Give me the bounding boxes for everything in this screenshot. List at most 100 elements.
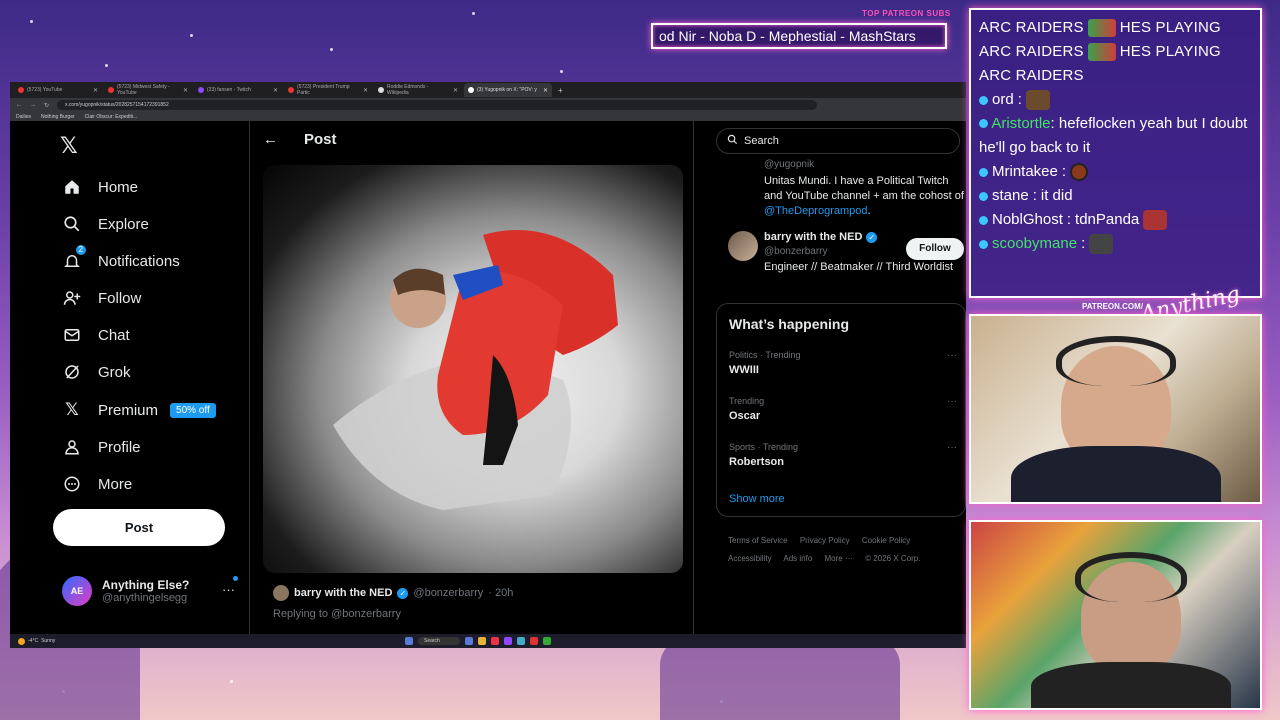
app-icon[interactable] — [516, 637, 525, 645]
avatar — [728, 231, 758, 261]
nav-home[interactable]: Home — [62, 176, 138, 198]
footer-link[interactable]: Accessibility — [728, 554, 772, 563]
nav-grok[interactable]: Grok — [62, 361, 131, 383]
hoodie-shape — [1031, 662, 1231, 708]
close-icon[interactable]: ✕ — [183, 87, 188, 94]
top-patreon-subs-title: TOP PATREON SUBS — [862, 9, 951, 18]
grok-icon — [62, 362, 82, 382]
badge-icon — [979, 167, 988, 177]
right-sidebar: Search @yugopnik Unitas Mundi. I have a … — [716, 121, 966, 636]
nav-explore[interactable]: Explore — [62, 213, 149, 235]
profile-bio: Unitas Mundi. I have a Political Twitch … — [764, 175, 964, 217]
app-icon[interactable] — [503, 637, 512, 645]
patreon-url-tag: PATREON.COM/ — [1082, 302, 1144, 311]
avatar[interactable] — [273, 585, 289, 601]
browser-window: (5723) YouTube ✕ (5723) Midwest Safety - … — [10, 82, 966, 648]
new-tab-icon[interactable]: + — [558, 86, 563, 95]
bookmark-item[interactable]: Nothing Burger — [41, 114, 75, 120]
weather-widget[interactable]: -4°C Sunny — [18, 637, 55, 645]
reload-icon[interactable]: ↻ — [44, 102, 49, 109]
url-bar[interactable]: x.com/yugopnik/status/202825715417239185… — [57, 100, 818, 110]
bio-handle: @yugopnik — [764, 159, 815, 170]
chat-line: ARC RAIDERS — [979, 67, 1084, 84]
avatar: AE — [62, 576, 92, 606]
search-input[interactable]: Search — [716, 128, 960, 154]
person-icon — [62, 437, 82, 457]
replying-to-line: Replying to @bonzerbarry — [273, 608, 401, 620]
nav-more[interactable]: More — [62, 473, 132, 495]
app-icon[interactable] — [464, 637, 473, 645]
account-switcher[interactable]: AE Anything Else? @anythingelsegg ··· — [62, 576, 238, 606]
tweet-author-handle[interactable]: @bonzerbarry — [413, 587, 483, 599]
bookmark-item[interactable]: Clair Obscur: Expediti... — [85, 114, 138, 120]
close-icon[interactable]: ✕ — [543, 87, 548, 94]
more-dots-icon[interactable]: ··· — [947, 442, 957, 453]
verified-badge-icon: ✓ — [397, 587, 409, 599]
wikipedia-icon — [378, 87, 384, 93]
more-dots-icon[interactable]: ··· — [947, 396, 957, 407]
nav-profile[interactable]: Profile — [62, 436, 141, 458]
browser-tab-active[interactable]: (3) Yugopnik on X: "POV: y ✕ — [464, 83, 552, 97]
search-icon — [62, 214, 82, 234]
close-icon[interactable]: ✕ — [453, 87, 458, 94]
back-arrow-icon[interactable]: ← — [16, 102, 22, 108]
browser-tab[interactable]: (5723) YouTube ✕ — [14, 83, 102, 97]
account-handle: @anythingelsegg — [102, 592, 188, 604]
back-arrow-icon[interactable]: ← — [263, 131, 278, 148]
more-dots-icon[interactable]: ··· — [222, 582, 235, 597]
show-more-link[interactable]: Show more — [729, 493, 785, 505]
youtube-icon — [18, 87, 24, 93]
chat-line: ARC RAIDERS HES PLAYING — [979, 19, 1221, 37]
close-icon[interactable]: ✕ — [363, 87, 368, 94]
page-title: Post — [304, 131, 337, 148]
footer-link[interactable]: More ··· — [825, 554, 853, 563]
chat-message: stane: it did — [979, 184, 1252, 208]
footer-link[interactable]: Cookie Policy — [862, 536, 910, 545]
tweet-author-name[interactable]: barry with the NED — [294, 587, 392, 599]
trend-item[interactable]: Sports · Trending Robertson ··· — [729, 442, 957, 468]
nav-premium[interactable]: 𝕏 Premium 50% off — [62, 399, 216, 421]
sun-icon — [18, 637, 25, 645]
app-icon[interactable] — [490, 637, 499, 645]
close-icon[interactable]: ✕ — [273, 87, 278, 94]
app-icon[interactable] — [477, 637, 486, 645]
add-person-icon — [62, 288, 82, 308]
footer-link[interactable]: Privacy Policy — [800, 536, 850, 545]
bio-link[interactable]: @TheDeprogrampod — [764, 205, 868, 217]
x-logo-icon[interactable]: 𝕏 — [60, 133, 78, 159]
browser-tab[interactable]: (5723) President Trump Partic ✕ — [284, 83, 372, 97]
tweet-timestamp: · 20h — [488, 587, 514, 599]
close-icon[interactable]: ✕ — [93, 87, 98, 94]
app-icon[interactable] — [529, 637, 538, 645]
footer-links: Terms of Service Privacy Policy Cookie P… — [728, 532, 966, 568]
post-button[interactable]: Post — [53, 509, 225, 546]
address-row: ← → ↻ x.com/yugopnik/status/202825715417… — [10, 98, 966, 112]
app-icon[interactable] — [542, 637, 551, 645]
bookmark-item[interactable]: Dailies — [16, 114, 31, 120]
badge-icon — [979, 215, 988, 225]
browser-tab[interactable]: (33) fansen - Twitch ✕ — [194, 83, 282, 97]
start-icon[interactable] — [405, 637, 413, 645]
forward-arrow-icon[interactable]: → — [30, 102, 36, 108]
nav-follow[interactable]: Follow — [62, 287, 141, 309]
browser-tab[interactable]: (5723) Midwest Safety - YouTube ✕ — [104, 83, 192, 97]
os-taskbar: -4°C Sunny Search — [10, 634, 966, 648]
webcam-feed-2 — [969, 520, 1262, 710]
trend-item[interactable]: Politics · Trending WWIII ··· — [729, 350, 957, 376]
headphones-shape — [1075, 552, 1187, 602]
post-header: ← Post — [263, 131, 337, 148]
more-dots-icon[interactable]: ··· — [947, 350, 957, 361]
patreon-subs-ticker: od Nir - Noba D - Mephestial - MashStars — [651, 23, 947, 49]
footer-link[interactable]: Ads info — [783, 554, 812, 563]
stream-chat: ARC RAIDERS HES PLAYING ARC RAIDERS HES PL… — [969, 8, 1262, 298]
more-circle-icon — [62, 474, 82, 494]
nav-notifications[interactable]: 2 Notifications — [62, 245, 180, 272]
trend-item[interactable]: Trending Oscar ··· — [729, 396, 957, 422]
taskbar-search[interactable]: Search — [418, 637, 460, 645]
post-media-image[interactable] — [263, 165, 683, 573]
suggested-description: Engineer // Beatmaker // Third Worldist — [764, 261, 954, 273]
footer-link[interactable]: Terms of Service — [728, 536, 788, 545]
nav-chat[interactable]: Chat — [62, 324, 130, 346]
browser-tab[interactable]: Roddie Edmonds - Wikipedia ✕ — [374, 83, 462, 97]
follow-button[interactable]: Follow — [906, 238, 964, 260]
